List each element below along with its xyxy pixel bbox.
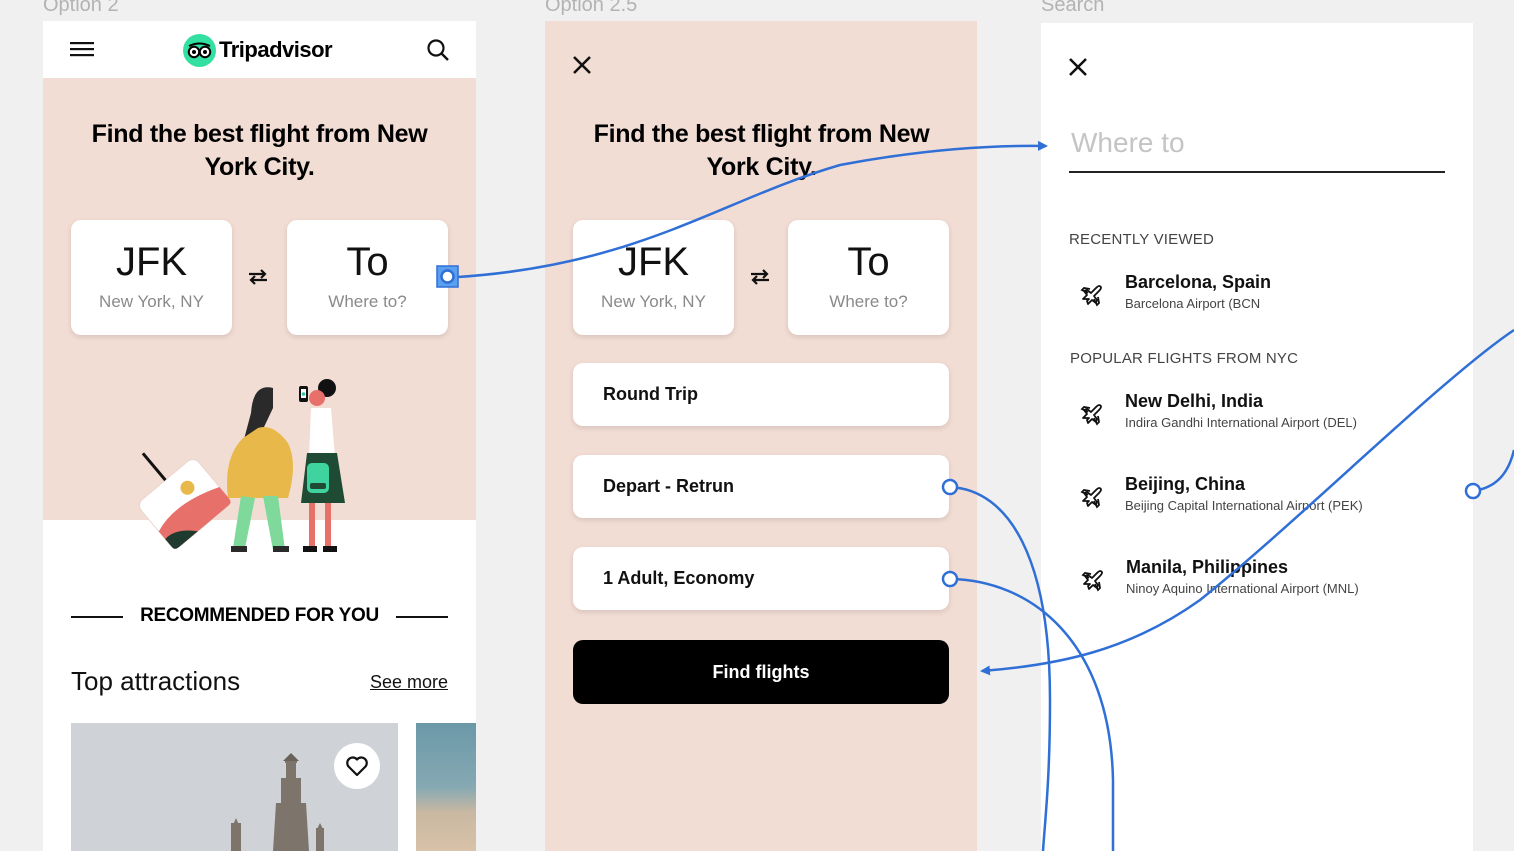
top-bar: Tripadvisor xyxy=(43,21,476,78)
popular-result-item[interactable]: Manila, Philippines Ninoy Aquino Interna… xyxy=(1070,557,1450,601)
hero-section: Find the best flight from New York City.… xyxy=(43,78,476,552)
airplane-icon xyxy=(1079,401,1105,427)
brand-name: Tripadvisor xyxy=(219,37,333,62)
to-code: To xyxy=(346,240,389,284)
popular-flights-label: POPULAR FLIGHTS FROM NYC xyxy=(1070,350,1299,367)
frame-label-option-2: Option 2 xyxy=(43,0,119,16)
see-more-link[interactable]: See more xyxy=(370,672,448,693)
close-icon[interactable] xyxy=(571,54,593,76)
dates-label: Depart - Retrun xyxy=(603,476,735,496)
airplane-icon xyxy=(1080,567,1106,593)
to-airport-card[interactable]: To Where to? xyxy=(287,220,448,335)
connector-right-edge xyxy=(1472,449,1514,493)
search-icon[interactable] xyxy=(426,38,450,62)
popular-result-item[interactable]: Beijing, China Beijing Capital Internati… xyxy=(1069,474,1449,518)
to-city: Where to? xyxy=(829,292,908,311)
close-icon[interactable] xyxy=(1067,56,1089,78)
trip-type-select[interactable]: Round Trip xyxy=(573,363,949,426)
from-code: JFK xyxy=(617,240,690,284)
from-code: JFK xyxy=(115,240,188,284)
frame-search: RECENTLY VIEWED Barcelona, Spain Barcelo… xyxy=(1041,23,1473,851)
travelers-select[interactable]: 1 Adult, Economy xyxy=(573,547,949,610)
divider-line-right xyxy=(396,616,448,618)
frame-option-2-5: Find the best flight from New York City.… xyxy=(545,21,977,851)
travelers-label: 1 Adult, Economy xyxy=(603,568,755,588)
trip-type-label: Round Trip xyxy=(603,384,698,404)
recommended-heading: RECOMMENDED FOR YOU xyxy=(140,605,379,626)
recently-viewed-label: RECENTLY VIEWED xyxy=(1069,231,1214,248)
airplane-icon xyxy=(1079,484,1105,510)
tripadvisor-logo[interactable]: Tripadvisor xyxy=(183,33,333,67)
frame-option-2: Tripadvisor Find the best flight from Ne… xyxy=(43,21,476,851)
from-airport-card[interactable]: JFK New York, NY xyxy=(573,220,734,335)
find-flights-button[interactable]: Find flights xyxy=(573,640,949,704)
frame-label-search: Search xyxy=(1041,0,1105,16)
destination-search-field[interactable] xyxy=(1069,127,1445,173)
attraction-photo-2[interactable] xyxy=(416,723,476,851)
flight-heading: Find the best flight from New York City. xyxy=(593,120,930,181)
destination-input[interactable] xyxy=(1069,127,1445,159)
from-city: New York, NY xyxy=(601,292,706,311)
from-city: New York, NY xyxy=(99,292,204,311)
recent-result-item[interactable]: Barcelona, Spain Barcelona Airport (BCN xyxy=(1069,272,1449,316)
to-city: Where to? xyxy=(328,292,407,311)
favorite-heart-icon[interactable] xyxy=(334,743,380,789)
result-city: Beijing, China xyxy=(1125,474,1246,494)
hero-heading: Find the best flight from New York City. xyxy=(91,120,428,181)
design-canvas: Option 2 Option 2.5 Search Tripadvisor F… xyxy=(0,0,1514,851)
travelers-illustration xyxy=(139,379,345,552)
result-city: Manila, Philippines xyxy=(1126,557,1289,577)
swap-icon[interactable] xyxy=(246,265,270,289)
result-airport: Barcelona Airport (BCN xyxy=(1125,296,1261,311)
to-airport-card[interactable]: To Where to? xyxy=(788,220,949,335)
attractions-title: Top attractions xyxy=(71,666,241,696)
dates-select[interactable]: Depart - Retrun xyxy=(573,455,949,518)
attraction-photo[interactable] xyxy=(71,723,398,851)
frame-label-option-2-5: Option 2.5 xyxy=(545,0,638,16)
result-airport: Indira Gandhi International Airport (DEL… xyxy=(1125,415,1357,430)
popular-result-item[interactable]: New Delhi, India Indira Gandhi Internati… xyxy=(1069,391,1449,435)
from-airport-card[interactable]: JFK New York, NY xyxy=(71,220,232,335)
result-city: Barcelona, Spain xyxy=(1125,272,1272,292)
swap-icon[interactable] xyxy=(748,265,772,289)
result-city: New Delhi, India xyxy=(1125,391,1264,411)
result-airport: Ninoy Aquino International Airport (MNL) xyxy=(1126,581,1359,596)
result-airport: Beijing Capital International Airport (P… xyxy=(1125,498,1363,513)
recommended-divider: RECOMMENDED FOR YOU xyxy=(71,605,448,629)
airplane-icon xyxy=(1079,282,1105,308)
owl-logo-icon xyxy=(183,33,216,67)
to-code: To xyxy=(847,240,890,284)
menu-icon[interactable] xyxy=(69,39,95,59)
